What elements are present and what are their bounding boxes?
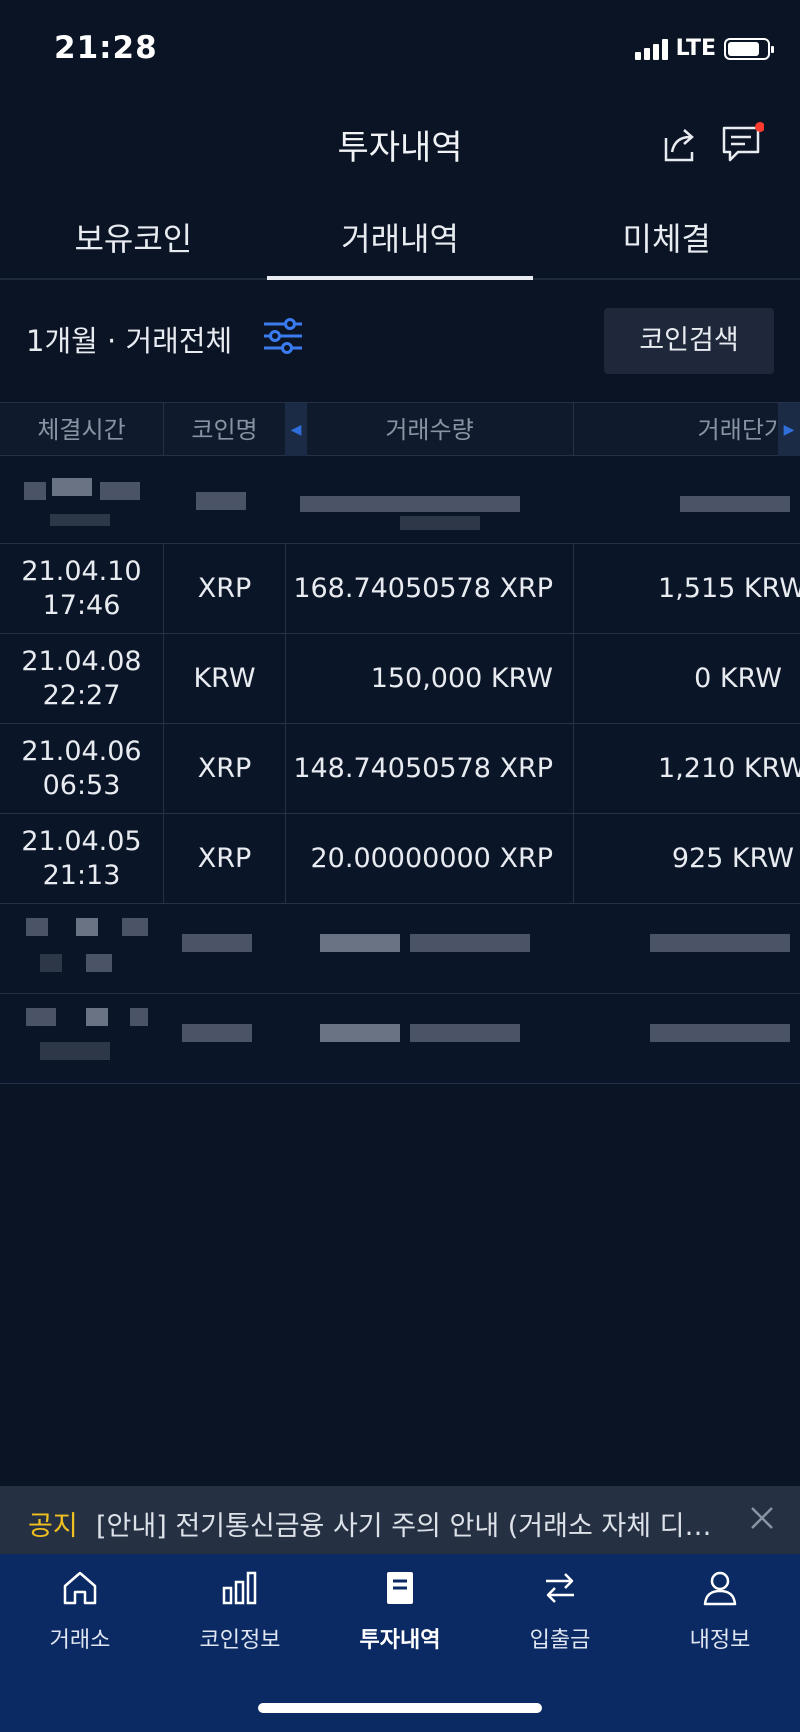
trade-price: 0 KRW	[573, 634, 800, 723]
table-row-obscured	[0, 456, 800, 544]
user-icon	[703, 1571, 737, 1606]
trade-price-value: 1,515 KRW	[658, 573, 800, 604]
trade-qty: 168.74050578 XRP	[285, 544, 573, 633]
nav-deposit-withdraw[interactable]: 입출금	[480, 1568, 640, 1654]
trade-price-value: 925 KRW	[671, 843, 794, 874]
trade-date: 21.04.05	[21, 825, 142, 857]
tab-bar: 보유코인 거래내역 미체결	[0, 200, 800, 280]
tab-holdings[interactable]: 보유코인	[0, 200, 267, 278]
share-icon[interactable]	[658, 122, 702, 166]
chat-icon[interactable]	[720, 122, 764, 166]
battery-icon	[724, 37, 774, 60]
trade-coin: KRW	[163, 634, 285, 723]
nav-label: 입출금	[529, 1628, 591, 1653]
trade-coin: XRP	[163, 544, 285, 633]
home-indicator[interactable]	[258, 1703, 542, 1713]
trade-clock: 06:53	[42, 769, 121, 801]
trade-date: 21.04.10	[21, 555, 142, 587]
trade-coin: XRP	[163, 724, 285, 813]
trade-qty: 150,000 KRW	[285, 634, 573, 723]
trade-clock: 17:46	[42, 589, 121, 621]
column-header-time: 체결시간	[37, 416, 126, 444]
trade-clock: 22:27	[42, 679, 121, 711]
filter-row: 1개월 · 거래전체 코인검색	[0, 282, 800, 402]
header: 투자내역	[0, 100, 800, 190]
nav-label: 투자내역	[359, 1628, 441, 1653]
trade-clock: 21:13	[42, 859, 121, 891]
coin-search-button[interactable]: 코인검색	[604, 308, 774, 374]
nav-my-info[interactable]: 내정보	[640, 1568, 800, 1654]
trade-date: 21.04.06	[21, 735, 142, 767]
table-row[interactable]: 21.04.05 21:13 XRP 20.00000000 XRP 925 K…	[0, 814, 800, 904]
status-indicators: LTE	[634, 36, 774, 61]
table-row[interactable]: 21.04.06 06:53 XRP 148.74050578 XRP 1,21…	[0, 724, 800, 814]
network-type: LTE	[675, 36, 716, 61]
nav-exchange[interactable]: 거래소	[0, 1568, 160, 1654]
trade-time: 21.04.10 17:46	[0, 544, 163, 633]
trade-price: 1,515 KRW	[573, 544, 800, 633]
nav-label: 거래소	[49, 1628, 111, 1653]
trade-time: 21.04.08 22:27	[0, 634, 163, 723]
scroll-right-icon[interactable]: ▶	[778, 403, 800, 457]
trade-price: 1,210 KRW	[573, 724, 800, 813]
tab-pending[interactable]: 미체결	[533, 200, 800, 278]
trade-price: 925 KRW	[573, 814, 800, 903]
column-header-price: 거래단가	[573, 403, 800, 457]
nav-investment-history[interactable]: 투자내역	[320, 1568, 480, 1654]
table-row-obscured	[0, 904, 800, 994]
document-icon	[387, 1572, 413, 1604]
trade-time: 21.04.06 06:53	[0, 724, 163, 813]
status-time: 21:28	[54, 30, 158, 66]
bar-chart-icon	[222, 1571, 257, 1605]
trade-coin: XRP	[163, 814, 285, 903]
trade-date: 21.04.08	[21, 645, 142, 677]
table-header: 체결시간 코인명 거래수량 거래단가 ◀ ▶	[0, 402, 800, 471]
nav-label: 내정보	[689, 1628, 751, 1653]
column-header-qty: 거래수량	[285, 403, 573, 457]
column-header-coin: 코인명	[163, 403, 285, 457]
table-row[interactable]: 21.04.10 17:46 XRP 168.74050578 XRP 1,51…	[0, 544, 800, 634]
table-row[interactable]: 21.04.08 22:27 KRW 150,000 KRW 0 KRW	[0, 634, 800, 724]
nav-coin-info[interactable]: 코인정보	[160, 1568, 320, 1654]
filter-sliders-icon[interactable]	[262, 316, 304, 356]
signal-icon	[634, 38, 668, 60]
transfer-icon	[546, 1573, 574, 1603]
notice-tag: 공지	[28, 1511, 78, 1542]
notice-bar[interactable]: 공지 [안내] 전기통신금융 사기 주의 안내 (거래소 자체 디…	[0, 1486, 800, 1554]
trade-time: 21.04.05 21:13	[0, 814, 163, 903]
trade-qty: 20.00000000 XRP	[285, 814, 573, 903]
trade-qty: 148.74050578 XRP	[285, 724, 573, 813]
trade-price-value: 0 KRW	[694, 663, 782, 694]
table-row-obscured	[0, 994, 800, 1084]
tab-trade-history[interactable]: 거래내역	[266, 200, 534, 280]
status-bar: 21:28 LTE	[0, 0, 800, 100]
trade-price-value: 1,210 KRW	[658, 753, 800, 784]
notice-text[interactable]: [안내] 전기통신금융 사기 주의 안내 (거래소 자체 디…	[96, 1504, 726, 1543]
nav-label: 코인정보	[199, 1628, 281, 1653]
trade-history-table: 체결시간 코인명 거래수량 거래단가 ◀ ▶ 21.04.10 17:46 XR…	[0, 402, 800, 1084]
home-icon	[63, 1571, 97, 1605]
close-icon[interactable]	[744, 1500, 780, 1536]
filter-label[interactable]: 1개월 · 거래전체	[26, 318, 232, 360]
